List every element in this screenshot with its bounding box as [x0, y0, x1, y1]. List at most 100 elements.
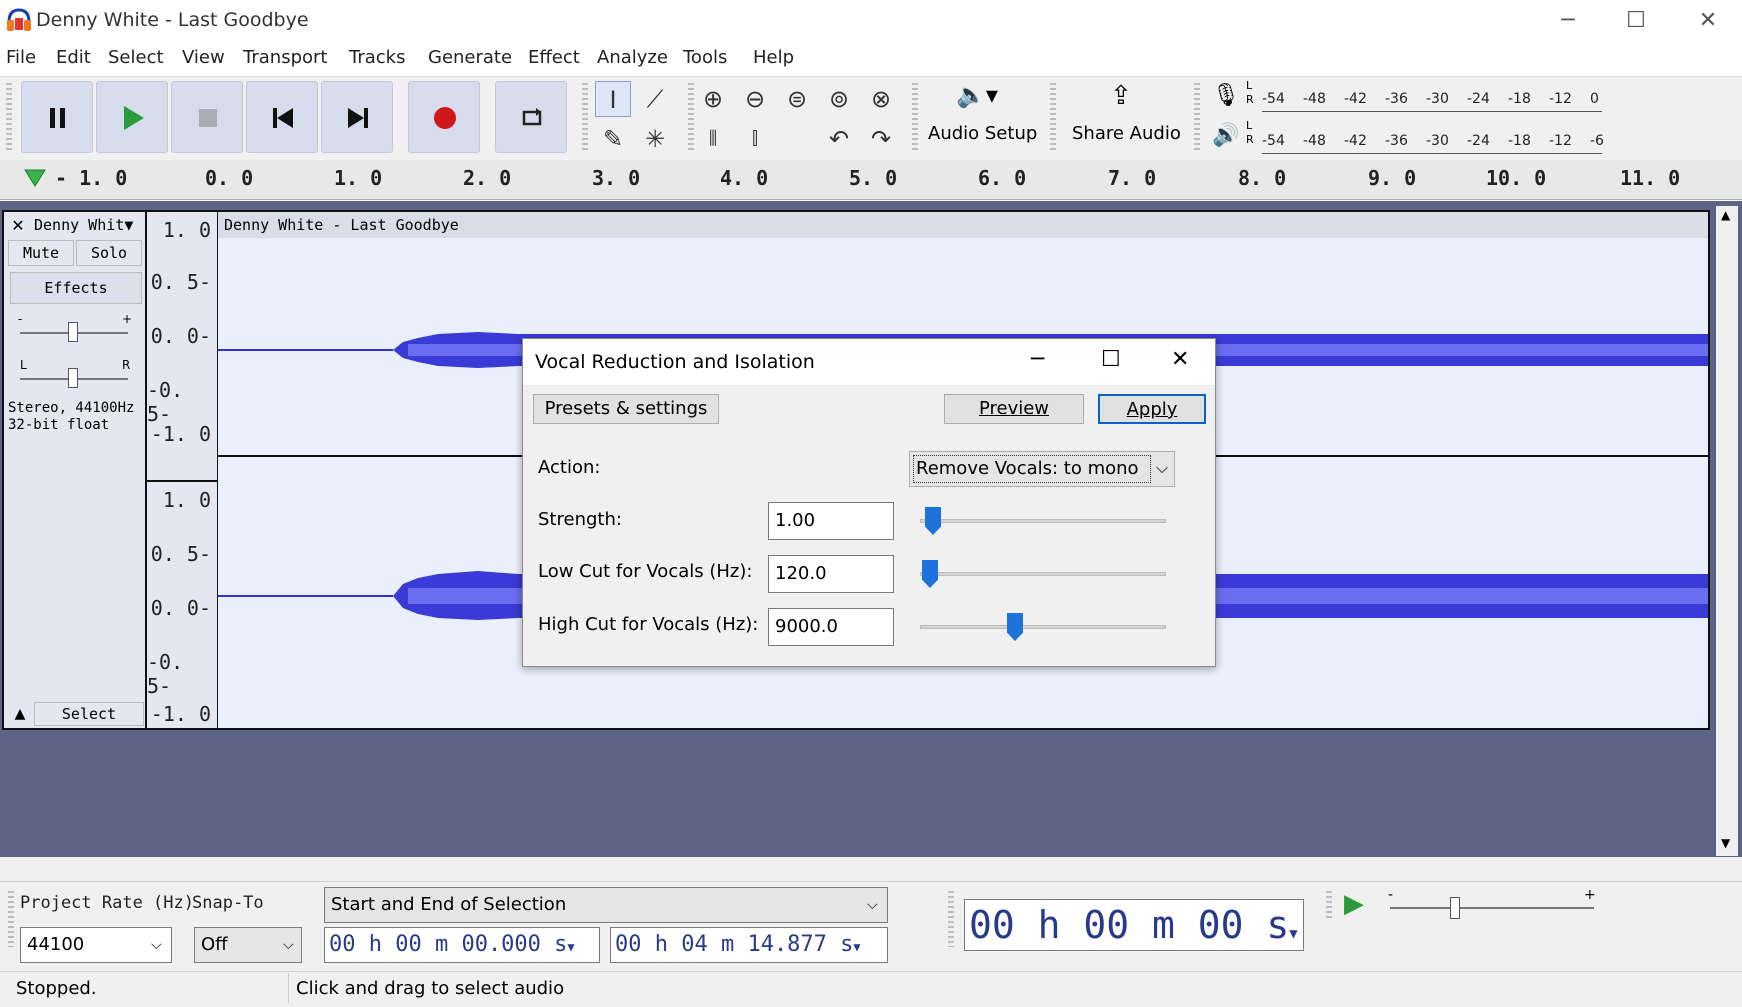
selection-start-time[interactable]: 00 h 00 m 00.000 s▼ — [324, 927, 600, 963]
track-name: Denny Whit — [34, 216, 125, 234]
playback-meter[interactable]: -54 -48 -42 -36 -30 -24 -18 -12 -6 — [1262, 129, 1614, 161]
track-name-menu[interactable]: Denny Whit▼ — [34, 216, 146, 238]
minimize-icon[interactable]: ─ — [1548, 6, 1588, 36]
draw-tool-icon[interactable]: ✎ — [595, 121, 631, 157]
play-speed-thumb[interactable] — [1450, 897, 1460, 919]
selection-tool-icon[interactable]: I — [595, 81, 631, 117]
menu-file[interactable]: File — [6, 47, 36, 68]
audio-position-time[interactable]: 00 h 00 m 00 s▼ — [964, 899, 1304, 951]
menu-effect[interactable]: Effect — [528, 47, 580, 68]
menu-tools[interactable]: Tools — [683, 47, 727, 68]
gain-slider-thumb[interactable] — [68, 322, 78, 342]
ruler-tick-label: 7. 0 — [1108, 166, 1157, 190]
effects-button[interactable]: Effects — [10, 272, 142, 304]
meter-scale-label: -36 — [1385, 91, 1408, 107]
close-icon[interactable]: ✕ — [1688, 6, 1728, 36]
high-cut-slider-thumb[interactable] — [1007, 613, 1023, 641]
clip-title-bar[interactable]: Denny White - Last Goodbye — [218, 212, 1708, 238]
toolbar-grip[interactable] — [6, 83, 12, 153]
time-grip[interactable] — [948, 891, 954, 947]
silence-audio-icon[interactable]: ⫿ — [737, 121, 773, 157]
loop-button[interactable] — [495, 81, 567, 153]
menu-select[interactable]: Select — [108, 47, 164, 68]
zoom-in-icon[interactable]: ⊕ — [695, 81, 731, 117]
play-speed-slider[interactable] — [1390, 907, 1594, 909]
low-cut-slider[interactable] — [920, 572, 1166, 576]
envelope-tool-icon[interactable]: ⟋ — [637, 81, 673, 117]
timeline-ruler[interactable]: - 1. 0 0. 0 1. 0 2. 0 3. 0 4. 0 5. 0 6. 0 7. 0 8.… — [0, 160, 1742, 200]
menu-analyze[interactable]: Analyze — [597, 47, 668, 68]
scroll-up-icon[interactable]: ▲ — [1721, 208, 1730, 222]
play-button[interactable] — [96, 81, 168, 153]
redo-icon[interactable]: ↷ — [863, 121, 899, 157]
record-button[interactable] — [408, 81, 480, 153]
fit-selection-icon[interactable]: ⊜ — [779, 81, 815, 117]
speaker-icon[interactable]: 🔊 — [1212, 123, 1239, 148]
pause-button[interactable] — [21, 81, 93, 153]
dialog-minimize-icon[interactable]: ─ — [1031, 347, 1044, 372]
mute-button[interactable]: Mute — [8, 240, 74, 266]
vruler-label: 1. 0 — [162, 488, 211, 512]
skip-to-end-button[interactable] — [321, 81, 393, 153]
selection-grip[interactable] — [8, 891, 14, 947]
menu-edit[interactable]: Edit — [56, 47, 91, 68]
menu-generate[interactable]: Generate — [428, 47, 512, 68]
close-track-icon[interactable]: ✕ — [8, 216, 28, 238]
meter-scale-label: 0 — [1590, 91, 1599, 107]
action-select[interactable]: Remove Vocals: to mono ⌵ — [909, 451, 1175, 487]
tools-grip[interactable] — [582, 83, 588, 153]
project-rate-select[interactable]: 44100 ⌵ — [20, 927, 172, 963]
menu-tracks[interactable]: Tracks — [349, 47, 405, 68]
selection-mode-value: Start and End of Selection — [331, 894, 567, 915]
audio-setup-button[interactable]: 🔈▾ Audio Setup — [922, 77, 1040, 157]
zoom-out-icon[interactable]: ⊖ — [737, 81, 773, 117]
snap-to-select[interactable]: Off ⌵ — [194, 927, 302, 963]
menu-view[interactable]: View — [182, 47, 225, 68]
ruler-tick-label: - 1. 0 — [55, 166, 128, 190]
menu-help[interactable]: Help — [753, 47, 794, 68]
microphone-icon[interactable]: 🎙 — [1212, 83, 1240, 108]
selection-mode-select[interactable]: Start and End of Selection ⌵ — [324, 887, 888, 923]
skip-to-start-button[interactable] — [246, 81, 318, 153]
low-cut-slider-thumb[interactable] — [922, 560, 938, 588]
strength-slider-thumb[interactable] — [925, 507, 941, 535]
collapse-track-icon[interactable]: ▲ — [8, 702, 32, 726]
share-grip[interactable] — [1050, 83, 1056, 153]
solo-button[interactable]: Solo — [76, 240, 142, 266]
high-cut-slider[interactable] — [920, 625, 1166, 629]
menu-transport[interactable]: Transport — [243, 47, 327, 68]
vertical-ruler[interactable]: 1. 0 0. 5- 0. 0- -0. 5- -1. 0 1. 0 0. 5-… — [147, 210, 217, 730]
maximize-icon[interactable]: ☐ — [1616, 6, 1656, 36]
meter-grip[interactable] — [1194, 83, 1200, 153]
play-speed-grip[interactable] — [1326, 891, 1332, 921]
vertical-scrollbar[interactable]: ▲ ▼ — [1716, 206, 1738, 856]
edit-grip[interactable] — [688, 83, 694, 153]
dialog-close-icon[interactable]: ✕ — [1171, 347, 1189, 372]
low-cut-input[interactable]: 120.0 — [768, 555, 894, 593]
zoom-toggle-icon[interactable]: ⊗ — [863, 81, 899, 117]
scroll-down-icon[interactable]: ▼ — [1721, 836, 1730, 850]
play-head-icon[interactable] — [24, 168, 46, 194]
strength-slider[interactable] — [920, 519, 1166, 523]
snap-to-value: Off — [201, 934, 228, 955]
share-audio-button[interactable]: ⇪ Share Audio — [1062, 77, 1188, 157]
audio-setup-grip[interactable] — [912, 83, 918, 153]
play-at-speed-icon[interactable]: ▶ — [1344, 889, 1364, 919]
select-track-button[interactable]: Select — [34, 702, 144, 726]
stop-button[interactable] — [171, 81, 243, 153]
meter-scale-label: -42 — [1344, 133, 1367, 149]
fit-project-icon[interactable]: ⊚ — [821, 81, 857, 117]
presets-settings-button[interactable]: Presets & settings — [533, 394, 719, 424]
strength-input[interactable]: 1.00 — [768, 502, 894, 540]
preview-button[interactable]: Preview — [944, 394, 1084, 424]
ruler-tick-label: 6. 0 — [978, 166, 1027, 190]
high-cut-input[interactable]: 9000.0 — [768, 608, 894, 646]
dialog-maximize-icon[interactable]: ☐ — [1101, 347, 1121, 372]
trim-audio-icon[interactable]: ⫼ — [695, 121, 731, 157]
multi-tool-icon[interactable]: ✳ — [637, 121, 673, 157]
undo-icon[interactable]: ↶ — [821, 121, 857, 157]
record-meter[interactable]: -54 -48 -42 -36 -30 -24 -18 -12 0 — [1262, 87, 1614, 119]
selection-end-time[interactable]: 00 h 04 m 14.877 s▼ — [610, 927, 888, 963]
apply-button[interactable]: Apply — [1098, 394, 1206, 424]
pan-slider-thumb[interactable] — [68, 368, 78, 388]
